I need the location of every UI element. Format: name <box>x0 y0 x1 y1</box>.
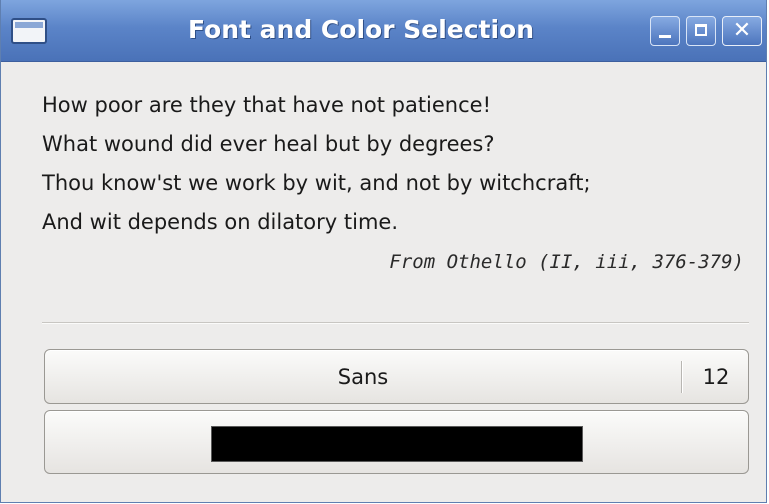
close-icon: ✕ <box>732 18 752 43</box>
close-button[interactable]: ✕ <box>722 16 762 46</box>
maximize-button[interactable] <box>686 16 716 46</box>
font-button[interactable]: Sans 12 <box>44 349 749 404</box>
quote-line: How poor are they that have not patience… <box>42 93 491 117</box>
quote-attribution: From Othello (II, iii, 376-379) <box>389 251 744 273</box>
color-swatch <box>211 426 583 462</box>
quote-line: What wound did ever heal but by degrees? <box>42 132 495 156</box>
quote-line: And wit depends on dilatory time. <box>42 210 398 234</box>
minimize-button[interactable] <box>650 16 680 46</box>
quote-text: How poor are they that have not patience… <box>42 86 762 242</box>
quote-line: Thou know'st we work by wit, and not by … <box>42 171 591 195</box>
font-size-label: 12 <box>702 365 730 389</box>
font-color-dialog: Font and Color Selection ✕ How poor are … <box>0 0 767 503</box>
color-button[interactable] <box>44 410 749 474</box>
title-bar[interactable]: Font and Color Selection ✕ <box>1 0 766 62</box>
font-button-divider <box>681 361 683 393</box>
separator <box>42 322 749 324</box>
window-title: Font and Color Selection <box>187 15 535 44</box>
font-name-label: Sans <box>337 365 389 389</box>
